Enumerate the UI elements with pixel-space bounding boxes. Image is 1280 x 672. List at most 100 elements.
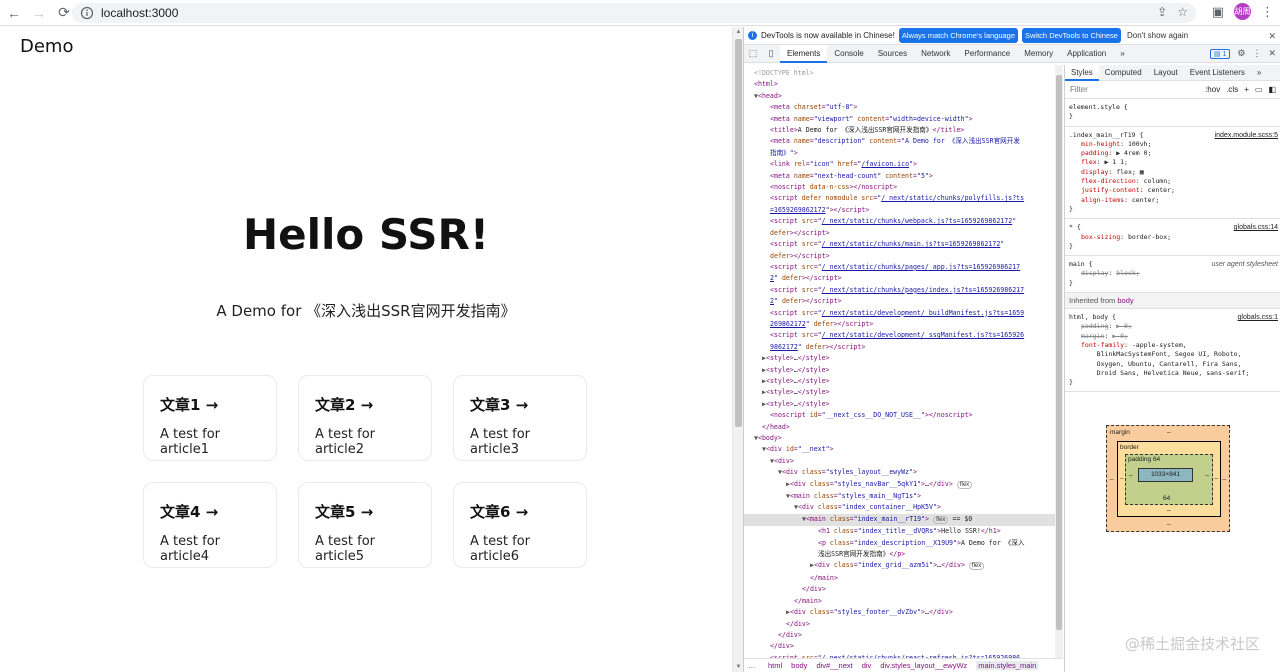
share-icon[interactable]: ⇪	[1157, 5, 1167, 19]
dom-node-line[interactable]: ▶<style>…</style>	[744, 353, 1055, 364]
margin-top-value[interactable]: –	[1167, 429, 1171, 436]
dom-node-line[interactable]: defer></script>	[744, 228, 1055, 239]
css-property[interactable]: Oxygen, Ubuntu, Cantarell, Fira Sans,	[1069, 360, 1277, 369]
breadcrumb-item[interactable]: div.styles_layout__ewyWz	[880, 661, 967, 670]
dom-node-line[interactable]: 指南》">	[744, 148, 1055, 159]
dom-node-line[interactable]: </div>	[744, 630, 1055, 641]
style-rule[interactable]: html, body {globals.css:1 padding: ▶ 0; ma…	[1065, 309, 1280, 393]
css-property[interactable]: padding: ▶ 0;	[1069, 322, 1277, 331]
dom-node-line[interactable]: <meta name="viewport" content="width=dev…	[744, 114, 1055, 125]
breadcrumb-item[interactable]: main.styles_main	[976, 661, 1039, 670]
dom-node-line[interactable]: ▼<div class="styles_layout__ewyWz">	[744, 467, 1055, 478]
rule-source-link[interactable]: globals.css:14	[1234, 223, 1278, 232]
tab-application[interactable]: Application	[1060, 45, 1113, 63]
dom-node-line[interactable]: =1659269862172"></script>	[744, 205, 1055, 216]
dom-node-line[interactable]: ▼<main class="index_main__rT19"> flex ==…	[744, 513, 1055, 527]
dom-node-line[interactable]: 浅出SSR官网开发指南》</p>	[744, 549, 1055, 560]
css-property[interactable]: display: block;	[1069, 269, 1277, 278]
dom-node-line[interactable]: <meta name="next-head-count" content="5"…	[744, 171, 1055, 182]
dom-node-line[interactable]: </head>	[744, 422, 1055, 433]
border-bottom-value[interactable]: –	[1167, 507, 1171, 514]
scrollbar-thumb[interactable]	[735, 39, 742, 427]
device-toolbar-icon[interactable]: ▯	[762, 48, 780, 59]
dom-node-line[interactable]: ▶<style>…</style>	[744, 376, 1055, 387]
css-property[interactable]: Droid Sans, Helvetica Neue, sans-serif;	[1069, 369, 1277, 378]
css-property[interactable]: font-family: -apple-system,	[1069, 341, 1277, 350]
dom-node-line[interactable]: <script src="/_next/static/chunks/pages/…	[744, 285, 1055, 296]
dom-node-line[interactable]: ▶<div class="index_grid__azm5i">…</div> …	[744, 560, 1055, 572]
css-property[interactable]: flex: ▶ 1 1;	[1069, 158, 1277, 167]
dom-node-line[interactable]: 2" defer></script>	[744, 296, 1055, 307]
info-icon[interactable]	[80, 6, 94, 20]
dom-node-line[interactable]: ▶<style>…</style>	[744, 365, 1055, 376]
tab-layout[interactable]: Layout	[1148, 65, 1184, 81]
paint-icon[interactable]: ▭	[1255, 85, 1263, 94]
issues-badge[interactable]: ▤ 1	[1209, 48, 1231, 59]
close-icon[interactable]: ✕	[1268, 48, 1276, 59]
dom-node-line[interactable]: ▼<div id="__next">	[744, 444, 1055, 455]
breadcrumb-item[interactable]: body	[791, 661, 807, 670]
cls-toggle[interactable]: .cls	[1226, 85, 1238, 94]
add-rule-icon[interactable]: +	[1244, 85, 1249, 94]
article-card-6[interactable]: 文章6 → A test for article6	[453, 482, 587, 568]
avatar[interactable]: 胡周	[1234, 3, 1251, 20]
more-tabs-icon[interactable]: »	[1113, 45, 1131, 63]
tab-console[interactable]: Console	[827, 45, 870, 63]
padding-left-value[interactable]: –	[1129, 472, 1133, 479]
dom-node-line[interactable]: <h1 class="index_title__dVQRs">Hello SSR…	[744, 526, 1055, 537]
breadcrumb-more-icon[interactable]: …	[748, 661, 756, 670]
style-rule[interactable]: element.style {}	[1065, 99, 1280, 127]
css-property[interactable]: display: flex; ▦	[1069, 168, 1277, 177]
dom-node-line[interactable]: <p class="index_description__X19U9">A De…	[744, 538, 1055, 549]
dom-node-line[interactable]: <html>	[744, 79, 1055, 90]
dom-node-line[interactable]: <script src="/_next/static/chunks/main.j…	[744, 239, 1055, 250]
breadcrumb-item[interactable]: html	[768, 661, 782, 670]
dom-node-line[interactable]: <script src="/_next/static/development/_…	[744, 330, 1055, 341]
tab-event-listeners[interactable]: Event Listeners	[1184, 65, 1251, 81]
css-property[interactable]: min-height: 100vh;	[1069, 140, 1277, 149]
margin-right-value[interactable]: –	[1222, 476, 1226, 483]
back-icon[interactable]: ←	[3, 2, 25, 24]
rule-source-link[interactable]: index.module.scss:5	[1215, 131, 1278, 140]
dom-node-line[interactable]: ▼<main class="styles_main__NgT1s">	[744, 491, 1055, 502]
gear-icon[interactable]: ⚙	[1237, 48, 1245, 59]
css-property[interactable]: margin: ▶ 0;	[1069, 332, 1277, 341]
css-property[interactable]: flex-direction: column;	[1069, 177, 1277, 186]
dom-node-line[interactable]: <noscript id="__next_css__DO_NOT_USE__">…	[744, 410, 1055, 421]
address-bar[interactable]: localhost:3000 ⇪ ☆	[72, 3, 1196, 23]
nav-brand[interactable]: Demo	[20, 36, 73, 57]
dom-node-line[interactable]: <title>A Demo for 《深入浅出SSR官网开发指南》</title…	[744, 125, 1055, 136]
dom-node-line[interactable]: <script src="/_next/static/chunks/pages/…	[744, 262, 1055, 273]
dom-node-line[interactable]: ▼<div>	[744, 456, 1055, 467]
sidebar-toggle-icon[interactable]: ◧	[1268, 85, 1276, 94]
border-left-value[interactable]: –	[1120, 475, 1124, 482]
dom-node-line[interactable]: </main>	[744, 596, 1055, 607]
dom-node-line[interactable]: ▶<style>…</style>	[744, 399, 1055, 410]
bookmark-star-icon[interactable]: ☆	[1177, 5, 1188, 19]
rule-source-link[interactable]: globals.css:1	[1238, 313, 1278, 322]
dom-node-line[interactable]: <meta name="description" content="A Demo…	[744, 136, 1055, 147]
dom-tree[interactable]: <!DOCTYPE html> <html> ▼<head> <meta charse…	[744, 65, 1055, 658]
dom-node-line[interactable]: </main>	[744, 573, 1055, 584]
dom-node-line[interactable]: ▼<head>	[744, 91, 1055, 102]
styles-filter-input[interactable]: Filter	[1070, 85, 1199, 94]
article-card-2[interactable]: 文章2 → A test for article2	[298, 375, 432, 461]
tab-network[interactable]: Network	[914, 45, 957, 63]
hov-toggle[interactable]: :hov	[1205, 85, 1220, 94]
article-card-3[interactable]: 文章3 → A test for article3	[453, 375, 587, 461]
dom-node-line[interactable]: <script defer nomodule src="/_next/stati…	[744, 193, 1055, 204]
dom-node-line[interactable]: <link rel="icon" href="/favicon.ico">	[744, 159, 1055, 170]
sidepanel-icon[interactable]: ▣	[1212, 4, 1224, 20]
breadcrumb-item[interactable]: div#__next	[816, 661, 852, 670]
tab-performance[interactable]: Performance	[957, 45, 1017, 63]
dom-node-line[interactable]: 2" defer></script>	[744, 273, 1055, 284]
dom-node-line[interactable]: ▼<div class="index_container__HpK5V">	[744, 502, 1055, 513]
tab-sources[interactable]: Sources	[871, 45, 914, 63]
article-card-4[interactable]: 文章4 → A test for article4	[143, 482, 277, 568]
close-icon[interactable]: ✕	[1268, 31, 1276, 42]
article-card-1[interactable]: 文章1 → A test for article1	[143, 375, 277, 461]
dom-node-line[interactable]: <meta charset="utf-8">	[744, 102, 1055, 113]
dom-node-line[interactable]: </div>	[744, 641, 1055, 652]
inspect-icon[interactable]: ⬚	[744, 48, 762, 59]
dont-show-again-button[interactable]: Don't show again	[1127, 31, 1188, 40]
